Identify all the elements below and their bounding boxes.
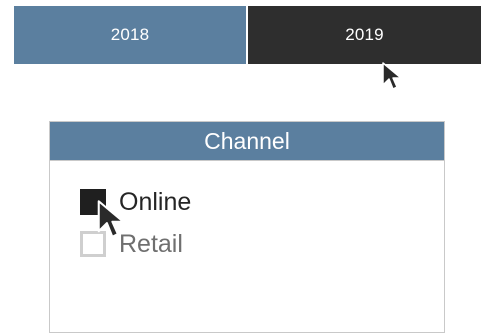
channel-option-label: Retail — [119, 229, 183, 258]
year-tile-2019[interactable]: 2019 — [248, 6, 481, 64]
year-slicer: 2018 2019 — [14, 6, 481, 64]
channel-slicer-title: Channel — [204, 127, 290, 154]
year-tile-label: 2018 — [110, 25, 150, 44]
mouse-pointer-icon — [382, 62, 402, 90]
channel-option-label: Online — [119, 187, 192, 216]
mouse-pointer-icon — [97, 200, 125, 238]
year-tile-label: 2019 — [345, 25, 384, 44]
year-tile-2018[interactable]: 2018 — [14, 6, 248, 64]
channel-slicer-header: Channel — [50, 122, 444, 161]
